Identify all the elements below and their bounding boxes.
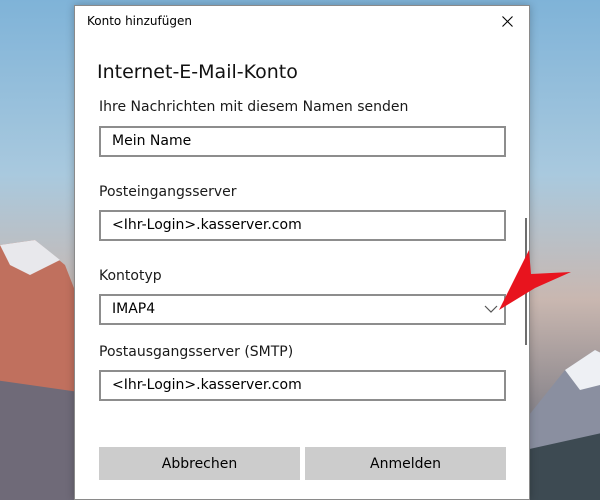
account-type-value: IMAP4 <box>112 301 156 317</box>
outgoing-server-input[interactable]: <Ihr-Login>.kasserver.com <box>99 370 506 401</box>
name-input[interactable]: Mein Name <box>99 126 506 157</box>
dialog-heading: Internet-E-Mail-Konto <box>97 61 298 83</box>
window-title: Konto hinzufügen <box>87 14 192 28</box>
incoming-server-input[interactable]: <Ihr-Login>.kasserver.com <box>99 210 506 241</box>
sign-in-button[interactable]: Anmelden <box>305 447 506 480</box>
title-bar: Konto hinzufügen <box>75 6 529 36</box>
close-icon <box>501 15 513 27</box>
red-arrow-icon <box>499 250 571 310</box>
add-account-dialog: Konto hinzufügen Internet-E-Mail-Konto I… <box>74 5 530 500</box>
account-type-select[interactable]: IMAP4 <box>99 294 506 325</box>
account-type-label: Kontotyp <box>99 268 162 284</box>
incoming-server-label: Posteingangsserver <box>99 184 237 200</box>
mountain-right-image <box>525 350 600 500</box>
outgoing-server-label: Postausgangsserver (SMTP) <box>99 344 294 360</box>
cancel-button[interactable]: Abbrechen <box>99 447 300 480</box>
name-label: Ihre Nachrichten mit diesem Namen senden <box>99 99 409 115</box>
close-button[interactable] <box>485 6 529 36</box>
